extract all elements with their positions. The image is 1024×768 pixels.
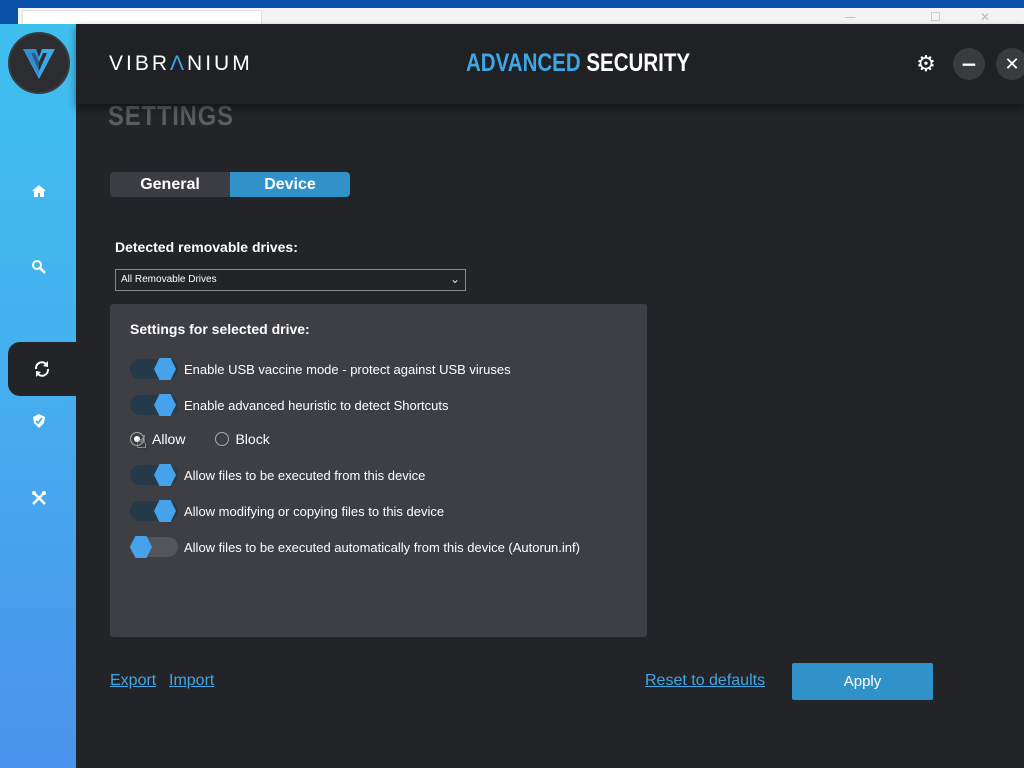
tab-general[interactable]: General	[110, 172, 230, 197]
access-radio-group: Allow Block	[130, 431, 270, 447]
gear-icon: ⚙	[916, 51, 936, 77]
toggle-label: Allow files to be executed automatically…	[184, 539, 580, 555]
tab-device[interactable]: Device	[230, 172, 350, 197]
minimize-icon: −	[960, 52, 978, 76]
import-link[interactable]: Import	[169, 672, 214, 690]
block-radio[interactable]	[215, 432, 230, 446]
minimize-icon: —	[844, 10, 856, 24]
nav-update[interactable]	[8, 342, 76, 396]
panel-title: Settings for selected drive:	[130, 321, 310, 337]
close-icon: ✕	[980, 10, 991, 24]
maximize-icon: ☐	[930, 10, 941, 24]
autorun-toggle[interactable]	[130, 536, 178, 558]
tools-icon	[32, 491, 46, 505]
header: VIBRΛNIUM ADVANCED SECURITY ⚙ − ✕	[76, 24, 1024, 104]
page-title: SETTINGS	[108, 100, 234, 131]
toggle-label: Allow files to be executed from this dev…	[184, 467, 426, 483]
toggle-label: Allow modifying or copying files to this…	[184, 503, 445, 519]
settings-tabs: General Device	[110, 172, 350, 197]
close-button[interactable]: ✕	[996, 48, 1024, 80]
shield-icon	[33, 414, 45, 428]
refresh-icon	[34, 361, 50, 377]
nav-scan[interactable]	[24, 252, 54, 282]
product-title: ADVANCED SECURITY	[466, 49, 691, 77]
drives-label: Detected removable drives:	[115, 239, 298, 255]
reset-defaults-link[interactable]: Reset to defaults	[645, 672, 765, 690]
nav-home[interactable]	[24, 176, 54, 206]
export-link[interactable]: Export	[110, 672, 156, 690]
nav-tools[interactable]	[24, 483, 54, 513]
execute-files-toggle[interactable]	[130, 464, 178, 486]
nav-protection[interactable]	[24, 406, 54, 436]
sidebar	[0, 24, 76, 768]
home-icon	[32, 185, 46, 197]
minimize-button[interactable]: −	[953, 48, 985, 80]
toggle-row-usb-vaccine: Enable USB vaccine mode - protect agains…	[130, 358, 511, 380]
allow-label: Allow	[152, 431, 186, 447]
toggle-label: Enable advanced heuristic to detect Shor…	[184, 397, 449, 413]
toggle-label: Enable USB vaccine mode - protect agains…	[184, 361, 511, 377]
search-icon	[32, 260, 46, 274]
toggle-row-modify: Allow modifying or copying files to this…	[130, 500, 444, 522]
modify-files-toggle[interactable]	[130, 500, 178, 522]
heuristic-toggle[interactable]	[130, 394, 178, 416]
block-label: Block	[235, 431, 270, 447]
close-icon: ✕	[1004, 53, 1020, 75]
settings-button[interactable]: ⚙	[910, 48, 942, 80]
toggle-row-heuristic: Enable advanced heuristic to detect Shor…	[130, 394, 449, 416]
drive-dropdown-value: All Removable Drives	[121, 274, 217, 285]
app-logo[interactable]	[8, 32, 70, 94]
brand-name: VIBRΛNIUM	[109, 52, 253, 75]
toggle-row-autorun: Allow files to be executed automatically…	[130, 536, 580, 558]
hand-cursor-icon: ☝	[136, 432, 147, 453]
drive-dropdown[interactable]: All Removable Drives ⌄	[115, 269, 466, 291]
toggle-row-execute: Allow files to be executed from this dev…	[130, 464, 425, 486]
usb-vaccine-toggle[interactable]	[130, 358, 178, 380]
main-panel: VIBRΛNIUM ADVANCED SECURITY ⚙ − ✕ SETTIN…	[76, 24, 1024, 768]
chevron-down-icon: ⌄	[449, 272, 460, 286]
drive-settings-panel: Settings for selected drive: Enable USB …	[110, 304, 647, 637]
vibranium-logo-icon	[23, 49, 55, 79]
apply-button[interactable]: Apply	[792, 663, 933, 700]
